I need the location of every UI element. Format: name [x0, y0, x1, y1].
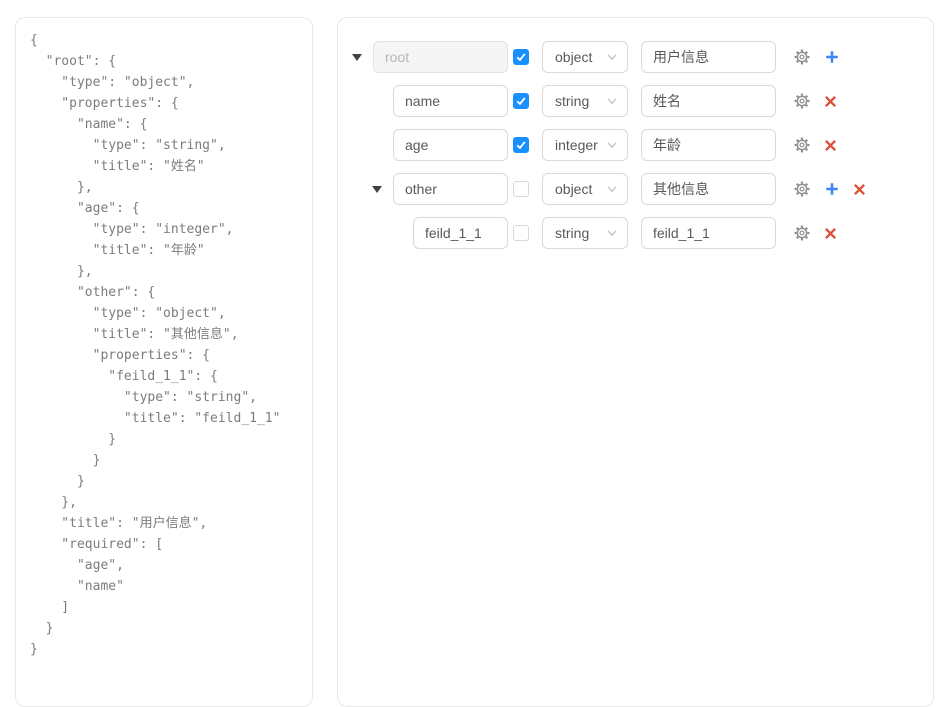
- settings-gear-icon[interactable]: [793, 92, 811, 110]
- row-actions: [793, 129, 837, 161]
- field-type-select[interactable]: string: [542, 85, 628, 117]
- field-type-select[interactable]: integer: [542, 129, 628, 161]
- chevron-down-icon: [606, 227, 618, 239]
- field-type-value: string: [555, 93, 589, 109]
- schema-row-name: string: [338, 85, 933, 117]
- schema-rows: object string integer object string: [338, 41, 933, 249]
- required-checkbox[interactable]: [513, 181, 529, 197]
- field-type-select[interactable]: object: [542, 173, 628, 205]
- settings-gear-icon[interactable]: [793, 136, 811, 154]
- add-child-field-icon[interactable]: [824, 181, 840, 197]
- field-type-value: string: [555, 225, 589, 241]
- field-type-value: object: [555, 181, 592, 197]
- field-title-input[interactable]: [641, 129, 776, 161]
- required-checkbox[interactable]: [513, 93, 529, 109]
- chevron-down-icon: [606, 51, 618, 63]
- schema-row-root: object: [338, 41, 933, 73]
- add-child-field-icon[interactable]: [824, 49, 840, 65]
- delete-field-icon[interactable]: [824, 227, 837, 240]
- field-type-select[interactable]: string: [542, 217, 628, 249]
- collapse-caret-icon[interactable]: [372, 186, 382, 193]
- schema-editor-panel: object string integer object string: [337, 17, 934, 707]
- schema-row-feild_1_1: string: [338, 217, 933, 249]
- field-title-input[interactable]: [641, 217, 776, 249]
- field-type-value: object: [555, 49, 592, 65]
- collapse-caret-icon[interactable]: [352, 54, 362, 61]
- row-actions: [793, 217, 837, 249]
- delete-field-icon[interactable]: [853, 183, 866, 196]
- field-title-input[interactable]: [641, 41, 776, 73]
- json-source-panel: { "root": { "type": "object", "propertie…: [15, 17, 313, 707]
- field-name-input[interactable]: [393, 85, 508, 117]
- delete-field-icon[interactable]: [824, 95, 837, 108]
- json-code: { "root": { "type": "object", "propertie…: [30, 30, 304, 660]
- required-checkbox[interactable]: [513, 49, 529, 65]
- field-name-input[interactable]: [393, 173, 508, 205]
- field-title-input[interactable]: [641, 173, 776, 205]
- row-actions: [793, 85, 837, 117]
- schema-row-other: object: [338, 173, 933, 205]
- row-actions: [793, 173, 866, 205]
- row-actions: [793, 41, 840, 73]
- field-name-input[interactable]: [413, 217, 508, 249]
- field-type-select[interactable]: object: [542, 41, 628, 73]
- chevron-down-icon: [606, 95, 618, 107]
- delete-field-icon[interactable]: [824, 139, 837, 152]
- field-title-input[interactable]: [641, 85, 776, 117]
- settings-gear-icon[interactable]: [793, 48, 811, 66]
- schema-row-age: integer: [338, 129, 933, 161]
- field-name-input[interactable]: [393, 129, 508, 161]
- settings-gear-icon[interactable]: [793, 224, 811, 242]
- chevron-down-icon: [606, 183, 618, 195]
- required-checkbox[interactable]: [513, 225, 529, 241]
- required-checkbox[interactable]: [513, 137, 529, 153]
- field-type-value: integer: [555, 137, 598, 153]
- chevron-down-icon: [606, 139, 618, 151]
- settings-gear-icon[interactable]: [793, 180, 811, 198]
- field-name-input[interactable]: [373, 41, 508, 73]
